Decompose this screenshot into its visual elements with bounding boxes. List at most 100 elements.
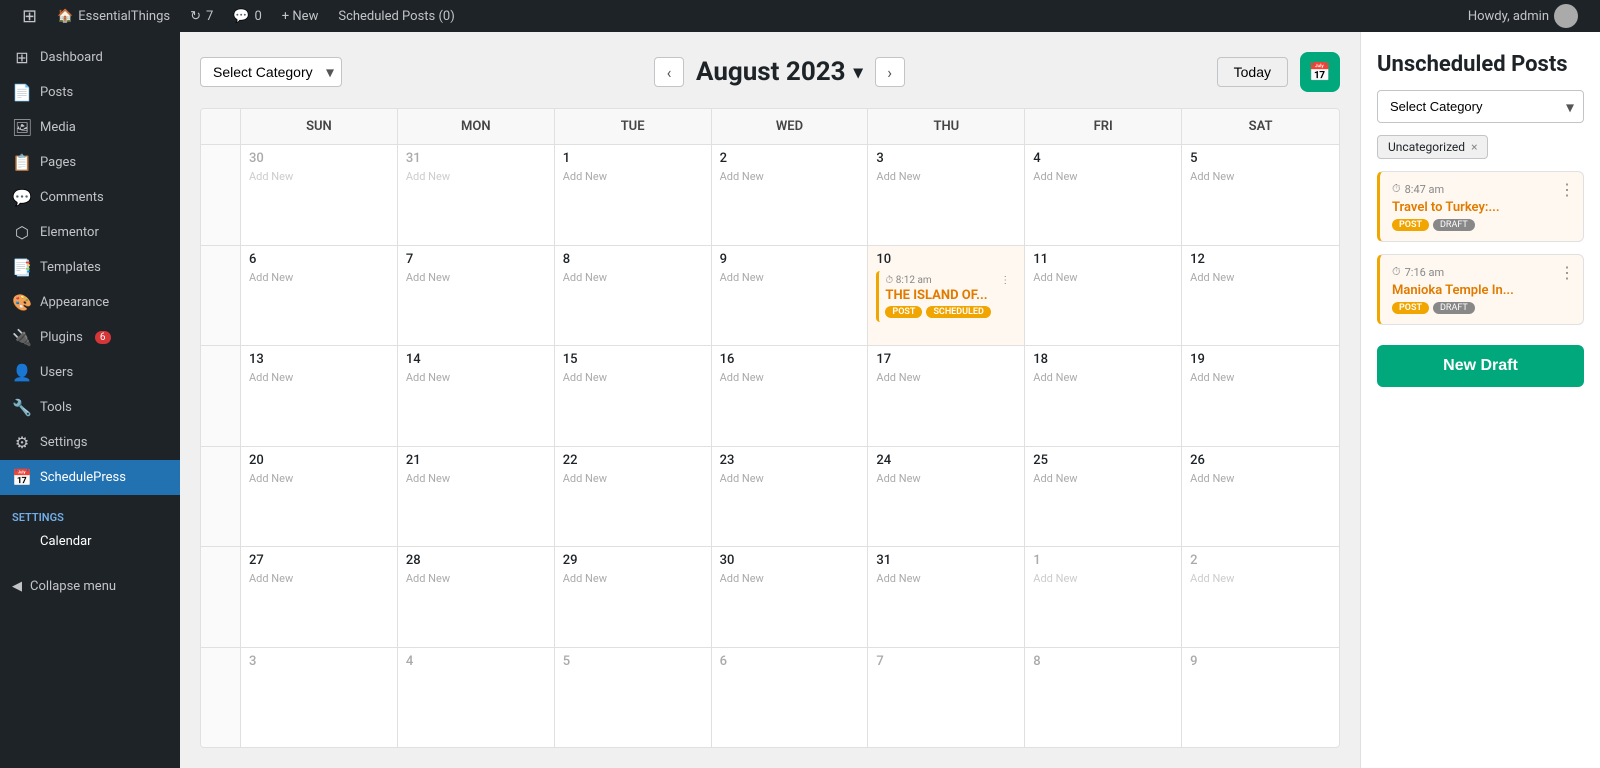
- day-number: 27: [249, 553, 389, 568]
- unscheduled-card-2[interactable]: ⋮ ⏱ 7:16 am Manioka Temple In... POST DR…: [1377, 254, 1584, 325]
- add-new-link[interactable]: Add New: [406, 472, 546, 485]
- add-new-link[interactable]: Add New: [563, 572, 703, 585]
- sidebar-item-users[interactable]: 👤 Users: [0, 355, 180, 390]
- day-number: 24: [876, 453, 1016, 468]
- adminbar-updates[interactable]: ↻ 7: [180, 0, 223, 32]
- panel-category-select[interactable]: Select Category: [1377, 90, 1584, 123]
- sidebar-item-plugins[interactable]: 🔌 Plugins 6: [0, 320, 180, 355]
- remove-filter-tag-btn[interactable]: ×: [1471, 140, 1477, 154]
- sidebar-item-media[interactable]: 🖼 Media: [0, 110, 180, 145]
- adminbar-user[interactable]: Howdy, admin: [1458, 0, 1588, 32]
- add-new-link[interactable]: Add New: [249, 572, 389, 585]
- add-new-link[interactable]: Add New: [1190, 170, 1331, 183]
- add-new-link[interactable]: Add New: [720, 170, 860, 183]
- adminbar-scheduled[interactable]: Scheduled Posts (0): [328, 0, 464, 32]
- calendar-week: 20Add New 21Add New 22Add New 23Add New …: [201, 447, 1339, 548]
- sidebar-item-settings[interactable]: ⚙ Settings: [0, 425, 180, 460]
- sidebar-item-templates[interactable]: 📑 Templates: [0, 250, 180, 285]
- add-new-link[interactable]: Add New: [249, 371, 389, 384]
- sidebar-item-appearance[interactable]: 🎨 Appearance: [0, 285, 180, 320]
- sidebar-item-schedulepress[interactable]: 📅 SchedulePress: [0, 460, 180, 495]
- add-new-link[interactable]: Add New: [1033, 271, 1173, 284]
- day-number: 22: [563, 453, 703, 468]
- card-menu-icon-2[interactable]: ⋮: [1559, 263, 1575, 282]
- add-new-link[interactable]: Add New: [563, 271, 703, 284]
- add-new-link[interactable]: Add New: [249, 271, 389, 284]
- add-new-link[interactable]: Add New: [406, 170, 546, 183]
- event-title[interactable]: THE ISLAND OF...: [885, 288, 1010, 304]
- add-new-link[interactable]: Add New: [720, 371, 860, 384]
- add-new-link[interactable]: Add New: [876, 170, 1016, 183]
- main-wrap: ⊞ Dashboard 📄 Posts 🖼 Media 📋 Pages 💬 Co…: [0, 32, 1600, 768]
- card-menu-icon-1[interactable]: ⋮: [1559, 180, 1575, 199]
- add-new-link[interactable]: Add New: [406, 371, 546, 384]
- card-title-2[interactable]: Manioka Temple In...: [1392, 283, 1571, 298]
- day-header-mon: MON: [398, 109, 555, 144]
- event-card[interactable]: ⏱ 8:12 am ⋮ THE ISLAND OF... POST SCHEDU…: [876, 271, 1016, 323]
- users-icon: 👤: [12, 363, 32, 382]
- calendar-day: 11 Add New: [1025, 246, 1182, 346]
- day-number: 11: [1033, 252, 1173, 267]
- sidebar-item-elementor[interactable]: ⬡ Elementor: [0, 215, 180, 250]
- plugins-icon: 🔌: [12, 328, 32, 347]
- calendar-view-btn[interactable]: 📅: [1300, 52, 1340, 92]
- add-new-link[interactable]: Add New: [406, 572, 546, 585]
- add-new-link[interactable]: Add New: [1190, 371, 1331, 384]
- day-number: 2: [1190, 553, 1331, 568]
- category-select[interactable]: Select Category: [200, 57, 342, 87]
- add-new-link[interactable]: Add New: [720, 271, 860, 284]
- sidebar-item-posts[interactable]: 📄 Posts: [0, 75, 180, 110]
- calendar-day: 19Add New: [1182, 346, 1339, 446]
- calendar-day: 12 Add New: [1182, 246, 1339, 346]
- add-new-link[interactable]: Add New: [563, 170, 703, 183]
- day-number: 30: [720, 553, 860, 568]
- day-number: 6: [249, 252, 389, 267]
- next-month-btn[interactable]: ›: [875, 57, 905, 87]
- add-new-link[interactable]: Add New: [1033, 472, 1173, 485]
- add-new-link[interactable]: Add New: [1190, 271, 1331, 284]
- adminbar-logo[interactable]: ⊞: [12, 0, 47, 32]
- calendar-day: 1Add New: [1025, 547, 1182, 647]
- add-new-link[interactable]: Add New: [1190, 572, 1331, 585]
- add-new-link[interactable]: Add New: [1190, 472, 1331, 485]
- add-new-link[interactable]: Add New: [876, 371, 1016, 384]
- add-new-link[interactable]: Add New: [563, 371, 703, 384]
- day-number: 12: [1190, 252, 1331, 267]
- add-new-link[interactable]: Add New: [720, 572, 860, 585]
- prev-month-btn[interactable]: ‹: [654, 57, 684, 87]
- event-menu-icon[interactable]: ⋮: [1000, 275, 1010, 286]
- card-title-1[interactable]: Travel to Turkey:...: [1392, 200, 1571, 215]
- panel-category-select-wrap: Select Category: [1377, 90, 1584, 123]
- add-new-link[interactable]: Add New: [1033, 371, 1173, 384]
- today-button[interactable]: Today: [1217, 57, 1288, 87]
- clock-icon: ⏱: [1392, 265, 1401, 279]
- calendar-day-10: 10 ⏱ 8:12 am ⋮ THE ISLAND OF... POST SCH…: [868, 246, 1025, 346]
- adminbar-new[interactable]: + New: [272, 0, 329, 32]
- sidebar-item-dashboard[interactable]: ⊞ Dashboard: [0, 40, 180, 75]
- sidebar-subitem-calendar[interactable]: Calendar: [0, 528, 180, 555]
- day-number: 13: [249, 352, 389, 367]
- add-new-link[interactable]: Add New: [876, 572, 1016, 585]
- add-new-link[interactable]: Add New: [249, 472, 389, 485]
- new-draft-button[interactable]: New Draft: [1377, 345, 1584, 387]
- unscheduled-card-1[interactable]: ⋮ ⏱ 8:47 am Travel to Turkey:... POST DR…: [1377, 171, 1584, 242]
- add-new-link[interactable]: Add New: [249, 170, 389, 183]
- add-new-link[interactable]: Add New: [876, 472, 1016, 485]
- adminbar-comments[interactable]: 💬 0: [223, 0, 272, 32]
- add-new-link[interactable]: Add New: [1033, 572, 1173, 585]
- sidebar-item-tools[interactable]: 🔧 Tools: [0, 390, 180, 425]
- month-dropdown-icon[interactable]: ▾: [854, 62, 863, 83]
- add-new-link[interactable]: Add New: [720, 472, 860, 485]
- adminbar-site[interactable]: 🏠 EssentialThings: [47, 0, 180, 32]
- calendar-day: 20Add New: [241, 447, 398, 547]
- calendar-day: 9 Add New: [712, 246, 869, 346]
- add-new-link[interactable]: Add New: [406, 271, 546, 284]
- media-icon: 🖼: [12, 118, 32, 137]
- calendar-day: 30 Add New: [712, 547, 869, 647]
- sidebar-item-pages[interactable]: 📋 Pages: [0, 145, 180, 180]
- add-new-link[interactable]: Add New: [563, 472, 703, 485]
- collapse-menu-btn[interactable]: ◀ Collapse menu: [0, 571, 180, 602]
- sidebar-item-comments[interactable]: 💬 Comments: [0, 180, 180, 215]
- add-new-link[interactable]: Add New: [1033, 170, 1173, 183]
- calendar-day: 23Add New: [712, 447, 869, 547]
